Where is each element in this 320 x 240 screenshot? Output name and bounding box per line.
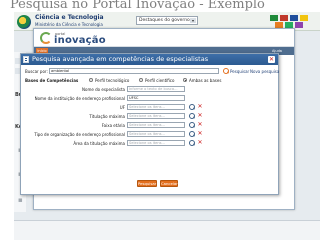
nova-pesquisa-button[interactable]: Nova pesquisa <box>250 69 279 74</box>
bullet-icon: ▪ <box>18 196 23 204</box>
tipo-organizacao-input[interactable]: Selecione os itens... <box>127 131 185 137</box>
portal-header: portal inovação <box>34 29 294 47</box>
area-titulacao-input[interactable]: Selecione os itens... <box>127 140 185 146</box>
field-label: Nome da instituição de endereço profissi… <box>34 96 125 101</box>
close-icon[interactable]: ✕ <box>268 56 275 63</box>
instituicao-input[interactable]: UFSC <box>127 95 185 101</box>
close-icon[interactable]: ✕ <box>197 104 203 110</box>
pesquisar-search-icon <box>223 68 229 74</box>
close-icon[interactable]: ✕ <box>197 140 203 146</box>
footer-pesquisar-button[interactable]: Pesquisar <box>137 180 157 187</box>
field-label: Faixa etária <box>101 123 125 128</box>
radio-perfil-cientifico[interactable] <box>139 78 143 82</box>
gov-highlights-select-value: Destaques do governo <box>139 18 190 23</box>
close-icon[interactable]: ✕ <box>197 113 203 119</box>
nome-especialista-input[interactable]: Informe o texto de busca... <box>127 86 185 92</box>
dialog-title: Pesquisa avançada em competências de esp… <box>32 55 209 63</box>
gov-highlights-select[interactable]: Destaques do governo ▾ <box>136 16 198 25</box>
radio-label: Perfil tecnológico <box>95 78 130 83</box>
uf-input[interactable]: Selecione os itens... <box>127 104 185 110</box>
field-label: UF <box>119 105 125 110</box>
radio-perfil-tecnologico[interactable] <box>89 78 93 82</box>
bases-label: Bases de Competências <box>25 78 79 83</box>
site-header-title: Ciência e Tecnologia <box>35 14 104 21</box>
radio-label: Perfil científico <box>145 78 175 83</box>
search-form-icon <box>23 56 29 63</box>
advanced-search-dialog: Pesquisa avançada em competências de esp… <box>20 53 279 195</box>
mct-logo-icon <box>17 15 31 29</box>
close-icon[interactable]: ✕ <box>197 131 203 137</box>
site-header-subtitle: Ministério da Ciência e Tecnologia <box>35 22 103 27</box>
search-icon[interactable] <box>189 104 195 110</box>
chevron-down-icon: ▾ <box>190 18 196 23</box>
slide-title: Pesquisa no Portal Inovação - Exemplo <box>10 0 265 12</box>
field-label: Nome do especialista <box>82 87 125 92</box>
search-label: Buscar por: <box>25 69 48 74</box>
inovacao-logo-icon <box>40 32 52 44</box>
field-label: Titulação máxima <box>89 114 125 119</box>
titulacao-input[interactable]: Selecione os itens... <box>127 113 185 119</box>
close-icon[interactable]: ✕ <box>197 122 203 128</box>
field-label: Tipo de organização de endereço profissi… <box>34 132 125 137</box>
radio-label: Ambas as bases <box>189 78 222 83</box>
search-icon[interactable] <box>189 122 195 128</box>
field-label: Área da titulação máxima <box>73 141 125 146</box>
search-icon[interactable] <box>189 113 195 119</box>
search-icon[interactable] <box>189 140 195 146</box>
faixa-etaria-input[interactable]: Selecione os itens... <box>127 122 185 128</box>
portal-brand-name: inovação <box>54 35 106 46</box>
radio-ambas-bases[interactable] <box>183 78 187 82</box>
slide: Pesquisa no Portal Inovação - Exemplo Ci… <box>0 0 320 240</box>
flags-icon <box>270 14 310 29</box>
search-icon[interactable] <box>189 131 195 137</box>
footer-cancelar-button[interactable]: Cancelar <box>160 180 178 187</box>
search-input[interactable]: ambiental <box>49 68 219 74</box>
dialog-titlebar: Pesquisa avançada em competências de esp… <box>21 54 278 65</box>
site-footer-strip <box>14 220 320 240</box>
pesquisar-button[interactable]: Pesquisar <box>230 69 249 74</box>
